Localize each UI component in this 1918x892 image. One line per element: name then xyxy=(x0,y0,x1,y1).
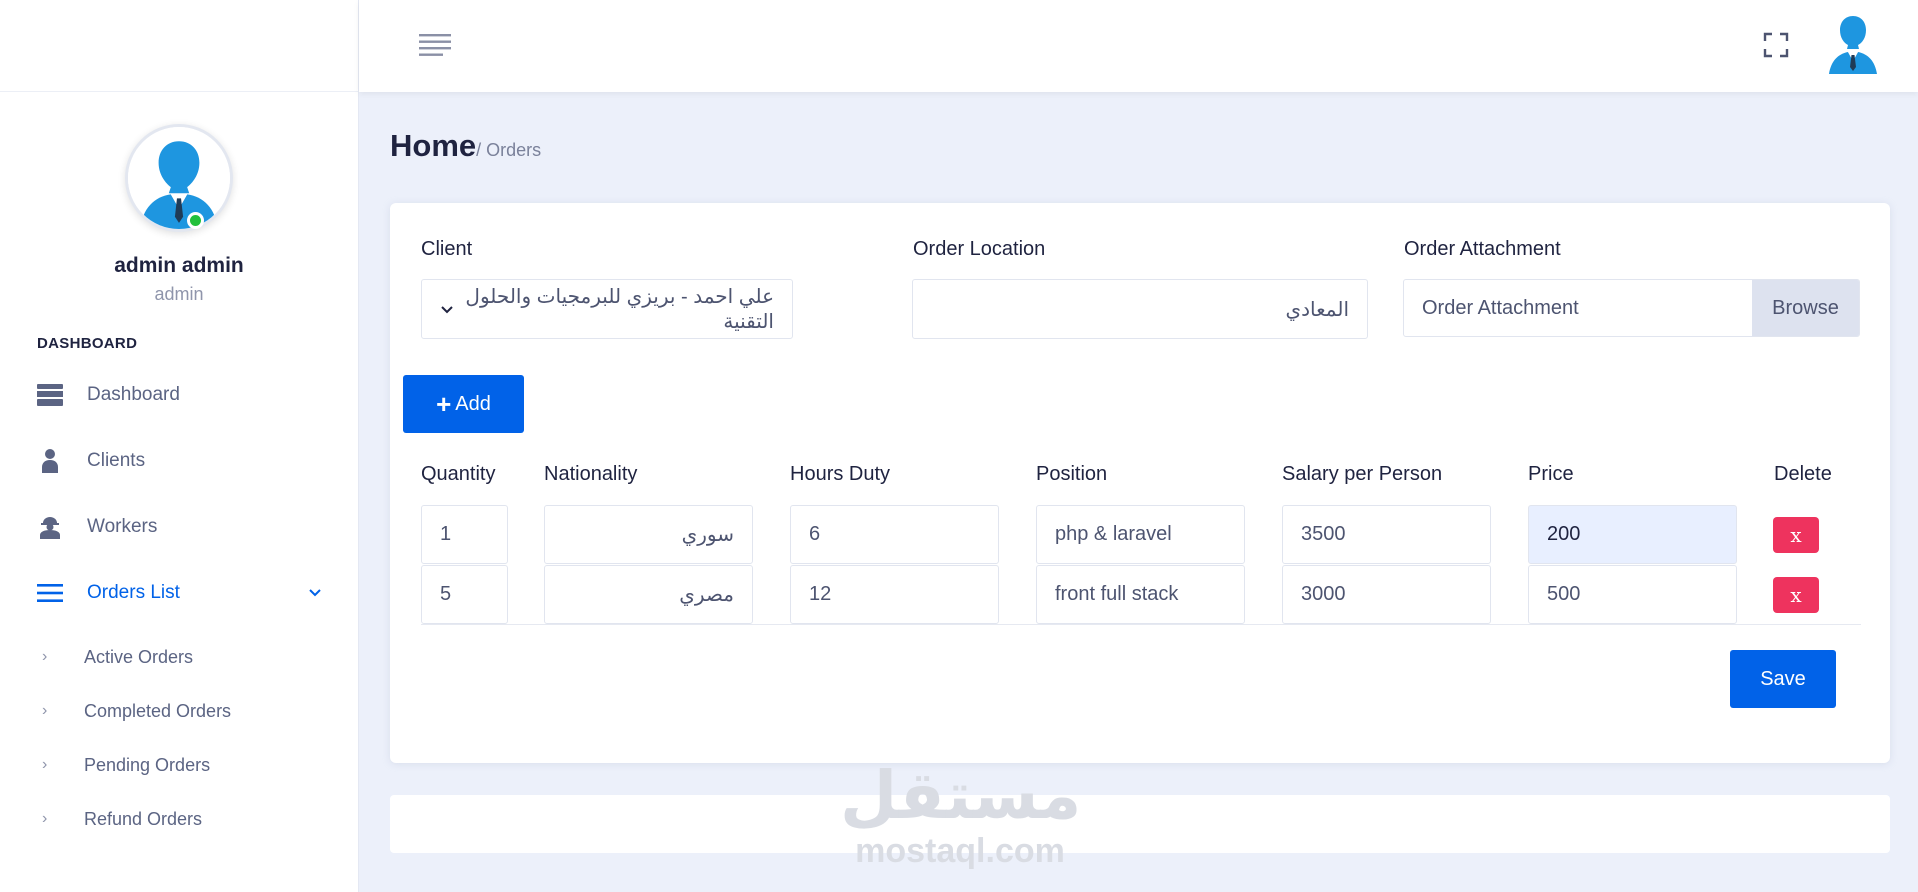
chevron-right-icon: › xyxy=(42,702,48,719)
client-label: Client xyxy=(421,238,473,260)
save-button[interactable]: Save xyxy=(1730,650,1836,708)
breadcrumb-home[interactable]: Home xyxy=(390,128,476,164)
chevron-down-icon xyxy=(440,298,454,321)
sidebar-subitem-label: Completed Orders xyxy=(84,700,232,721)
sidebar-item-dashboard[interactable]: Dashboard xyxy=(0,362,358,428)
position-input[interactable]: front full stack xyxy=(1036,565,1245,624)
sidebar: admin admin admin DASHBOARD Dashboard Cl… xyxy=(0,0,359,892)
delete-row-button[interactable]: x xyxy=(1773,577,1819,613)
order-attachment-file-input[interactable]: Order Attachment Browse xyxy=(1403,279,1860,337)
order-location-label: Order Location xyxy=(913,238,1046,260)
quantity-input[interactable]: 1 xyxy=(421,505,508,564)
user-avatar-icon xyxy=(128,127,230,229)
sidebar-subitem-refund-orders[interactable]: › Refund Orders xyxy=(0,792,358,846)
attachment-placeholder[interactable]: Order Attachment xyxy=(1404,280,1752,336)
watermark-arabic: مستقل xyxy=(840,757,1082,834)
sidebar-item-label: Clients xyxy=(87,450,146,471)
user-avatar-icon[interactable] xyxy=(1825,14,1881,76)
sidebar-item-label: Dashboard xyxy=(87,384,180,405)
profile-name: admin admin xyxy=(114,254,244,277)
profile-panel: admin admin admin xyxy=(0,92,358,305)
hamburger-icon[interactable] xyxy=(419,34,451,61)
column-header-hours-duty: Hours Duty xyxy=(790,463,891,485)
sidebar-subitem-label: Refund Orders xyxy=(84,808,203,829)
price-input[interactable]: 500 xyxy=(1528,565,1737,624)
sidebar-item-label: Orders List xyxy=(87,582,180,603)
profile-role: admin xyxy=(154,284,204,304)
chevron-right-icon: › xyxy=(42,756,48,773)
column-header-quantity: Quantity xyxy=(421,463,496,485)
sidebar-item-orders-list[interactable]: Orders List xyxy=(0,560,358,626)
worker-icon xyxy=(37,514,63,540)
chevron-right-icon: › xyxy=(42,810,48,827)
chevron-down-icon[interactable] xyxy=(308,582,322,604)
position-input[interactable]: php & laravel xyxy=(1036,505,1245,564)
order-location-input[interactable]: المعادي xyxy=(912,279,1368,339)
quantity-input[interactable]: 5 xyxy=(421,565,508,624)
sidebar-item-workers[interactable]: Workers xyxy=(0,494,358,560)
hours-duty-input[interactable]: 6 xyxy=(790,505,999,564)
online-status-dot xyxy=(187,212,204,229)
delete-row-button[interactable]: x xyxy=(1773,517,1819,553)
sidebar-subitem-active-orders[interactable]: › Active Orders xyxy=(0,630,358,684)
user-icon xyxy=(37,448,63,474)
nationality-input[interactable]: سوري xyxy=(544,505,753,564)
sidebar-subitem-pending-orders[interactable]: › Pending Orders xyxy=(0,738,358,792)
nationality-input[interactable]: مصري xyxy=(544,565,753,624)
salary-input[interactable]: 3000 xyxy=(1282,565,1491,624)
sidebar-logo-area xyxy=(0,0,358,92)
breadcrumb: Home / Orders xyxy=(390,128,541,164)
top-header xyxy=(359,0,1918,92)
breadcrumb-current: / Orders xyxy=(476,140,542,160)
sidebar-subitem-label: Active Orders xyxy=(84,646,194,667)
sidebar-item-clients[interactable]: Clients xyxy=(0,428,358,494)
nav-section-title: DASHBOARD xyxy=(37,335,138,352)
table-divider xyxy=(421,624,1861,625)
hours-duty-input[interactable]: 12 xyxy=(790,565,999,624)
order-form-card: Client علي احمد - بريزي للبرمجيات والحلو… xyxy=(390,203,1890,763)
browse-button[interactable]: Browse xyxy=(1752,280,1859,336)
column-header-nationality: Nationality xyxy=(544,463,638,485)
secondary-card xyxy=(390,795,1890,853)
price-input[interactable]: 200 xyxy=(1528,505,1737,564)
sidebar-subitem-completed-orders[interactable]: › Completed Orders xyxy=(0,684,358,738)
chevron-right-icon: › xyxy=(42,648,48,665)
order-attachment-label: Order Attachment xyxy=(1404,238,1561,260)
plus-icon: + xyxy=(436,389,452,419)
column-header-salary: Salary per Person xyxy=(1282,463,1443,485)
add-row-button[interactable]: + Add xyxy=(403,375,524,433)
column-header-position: Position xyxy=(1036,463,1108,485)
avatar[interactable] xyxy=(125,124,233,232)
salary-input[interactable]: 3500 xyxy=(1282,505,1491,564)
list-icon xyxy=(37,580,63,606)
column-header-price: Price xyxy=(1528,463,1574,485)
client-select-value: علي احمد - بريزي للبرمجيات والحلول التقن… xyxy=(465,286,774,333)
client-select[interactable]: علي احمد - بريزي للبرمجيات والحلول التقن… xyxy=(421,279,793,339)
column-header-delete: Delete xyxy=(1774,463,1832,485)
sidebar-subitem-label: Pending Orders xyxy=(84,754,211,775)
sidebar-item-label: Workers xyxy=(87,516,158,537)
watermark-latin: mostaql.com xyxy=(855,832,1065,870)
dashboard-icon xyxy=(37,382,63,408)
add-row-label: Add xyxy=(455,392,491,415)
watermark-logo: مستقل mostaql.com xyxy=(840,757,1082,874)
fullscreen-icon[interactable] xyxy=(1763,32,1789,63)
